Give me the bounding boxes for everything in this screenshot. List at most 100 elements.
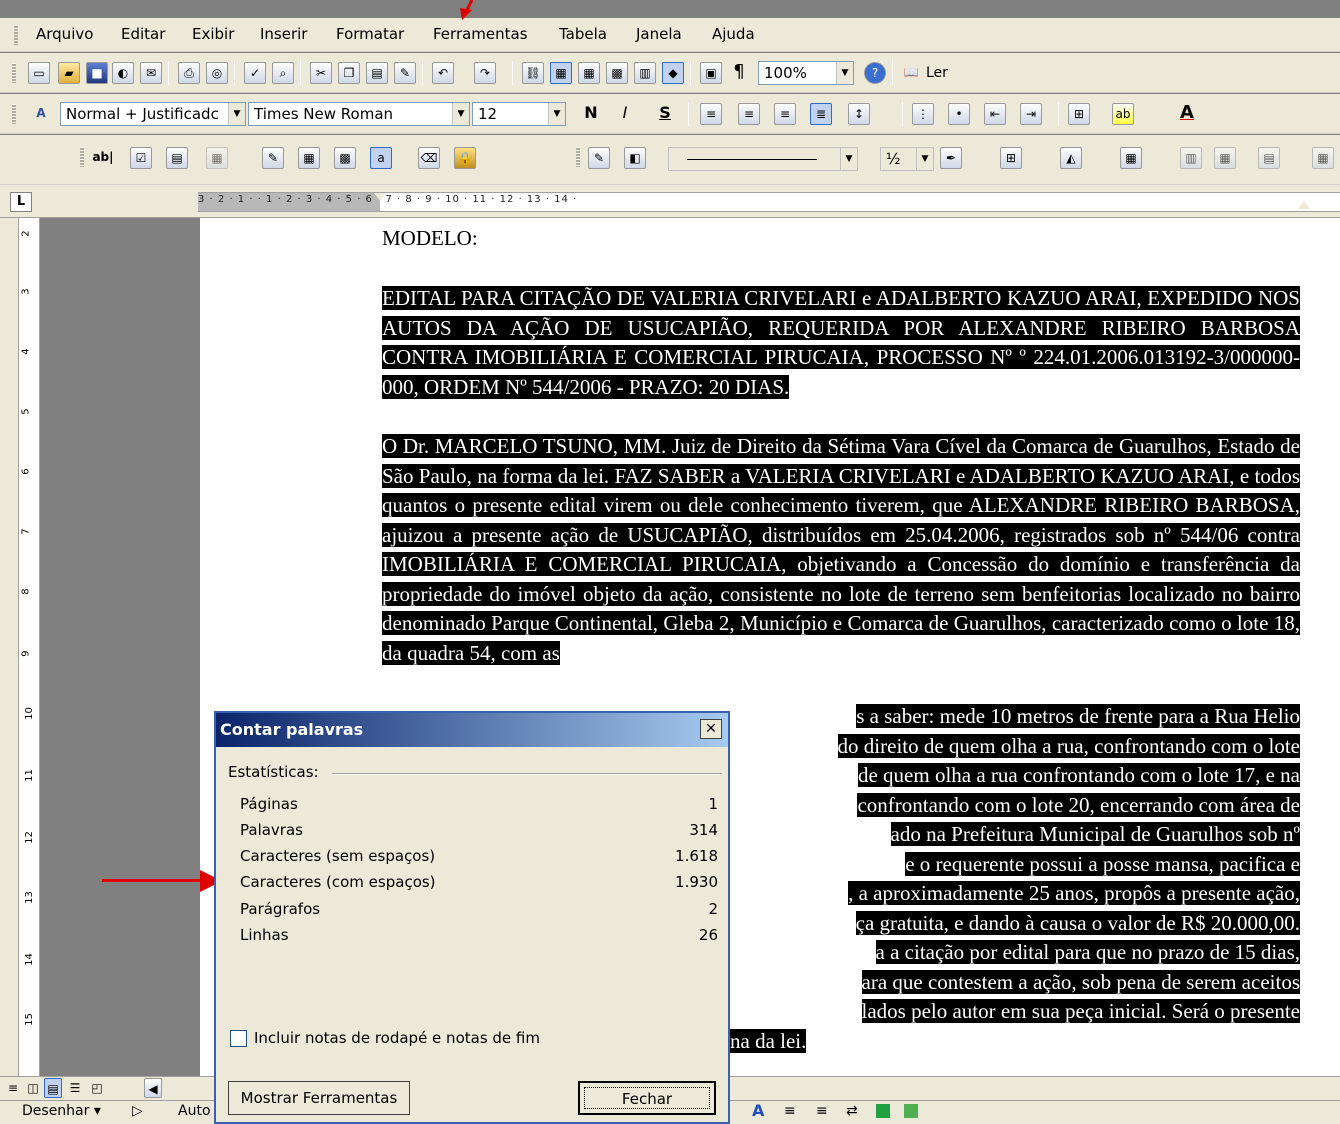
print-layout-icon[interactable]: ▤	[44, 1078, 62, 1098]
vertical-ruler[interactable]: 2 3 4 5 6 7 8 9 10 11 12 13 14 15	[18, 218, 40, 1078]
toolbar-grip[interactable]	[576, 147, 580, 167]
dropdown-form-field-icon[interactable]: ▤	[166, 147, 188, 169]
reading-view-icon[interactable]: ◰	[88, 1078, 106, 1098]
horizontal-ruler[interactable]: 3 · 2 · 1 · · 1 · 2 · 3 · 4 · 5 · 6 · 7 …	[198, 192, 1340, 212]
menu-inserir[interactable]: Inserir	[260, 25, 307, 43]
toolbar-grip[interactable]	[80, 147, 84, 167]
read-icon[interactable]: 📖	[900, 62, 922, 84]
redo-icon[interactable]: ↷	[474, 62, 496, 84]
menu-grip[interactable]	[14, 25, 18, 45]
help-icon[interactable]: ?	[864, 62, 886, 84]
eraser-icon[interactable]: ◧	[624, 147, 646, 169]
font-color-icon[interactable]: A	[752, 1101, 764, 1120]
paste-icon[interactable]: ▤	[366, 62, 388, 84]
numbering-icon[interactable]: ⋮	[912, 103, 934, 125]
checkbox-form-field-icon[interactable]: ☑	[130, 147, 152, 169]
web-view-icon[interactable]: ◫	[24, 1078, 42, 1098]
email-icon[interactable]: ✉	[140, 62, 162, 84]
permission-icon[interactable]: ◐	[112, 62, 134, 84]
select-objects-icon[interactable]: ▷	[132, 1103, 143, 1119]
font-select[interactable]: Times New Roman ▼	[248, 102, 470, 126]
menu-arquivo[interactable]: Arquivo	[36, 25, 93, 43]
document-map-icon[interactable]: ▣	[700, 62, 722, 84]
highlight-icon[interactable]: ab	[1112, 103, 1134, 125]
form-field-shading-icon[interactable]: a	[370, 147, 392, 169]
insert-table-icon[interactable]: ▦	[298, 147, 320, 169]
italic-button[interactable]: I	[614, 103, 636, 125]
justify-icon[interactable]: ≣	[810, 103, 832, 125]
new-document-icon[interactable]: ▭	[28, 62, 50, 84]
merge-cells-icon[interactable]: ▥	[1180, 147, 1202, 169]
print-icon[interactable]: ⎙	[178, 62, 200, 84]
draw-table-icon[interactable]: ✎	[262, 147, 284, 169]
distribute-rows-icon[interactable]: ▦	[1312, 147, 1334, 169]
format-painter-icon[interactable]: ✎	[394, 62, 416, 84]
align-right-icon[interactable]: ≡	[774, 103, 796, 125]
style-select[interactable]: Normal + Justificadc ▼	[60, 102, 246, 126]
show-toolbar-button[interactable]: Mostrar Ferramentas	[228, 1081, 410, 1115]
styles-pane-icon[interactable]: A	[30, 103, 52, 125]
shadow-icon[interactable]	[876, 1104, 890, 1118]
underline-button[interactable]: S	[654, 103, 676, 125]
toolbar-grip[interactable]	[12, 104, 16, 124]
hyperlink-icon[interactable]: ⛓	[522, 62, 544, 84]
doc-body[interactable]: O Dr. MARCELO TSUNO, MM. Juiz de Direito…	[382, 432, 1300, 668]
line-weight-select[interactable]: ½ ▼	[880, 147, 934, 171]
show-hide-icon[interactable]: ¶	[728, 62, 750, 84]
drawing-icon[interactable]: ◆	[662, 62, 684, 84]
font-size-select[interactable]: 12 ▼	[472, 102, 566, 126]
draw-table-pencil-icon[interactable]: ✎	[588, 147, 610, 169]
line-style-icon[interactable]: ≡	[784, 1103, 796, 1119]
outline-view-icon[interactable]: ☰	[66, 1078, 84, 1098]
increase-indent-icon[interactable]: ⇥	[1020, 103, 1042, 125]
align-center-icon[interactable]: ≡	[738, 103, 760, 125]
close-icon[interactable]: ✕	[700, 719, 722, 739]
draw-menu-button[interactable]: Desenhar ▾	[22, 1103, 101, 1119]
copy-icon[interactable]: ❐	[338, 62, 360, 84]
outside-border-icon[interactable]: ⊞	[1000, 147, 1022, 169]
undo-icon[interactable]: ↶	[432, 62, 454, 84]
menu-exibir[interactable]: Exibir	[192, 25, 234, 43]
tables-borders-icon[interactable]: ▦	[550, 62, 572, 84]
doc-body-continued[interactable]: s a saber: mede 10 metros de frente para…	[730, 702, 1300, 1056]
include-footnotes-label[interactable]: Incluir notas de rodapé e notas de fim	[254, 1029, 540, 1047]
font-color-icon[interactable]: A	[1176, 103, 1198, 125]
menu-formatar[interactable]: Formatar	[336, 25, 404, 43]
bold-button[interactable]: N	[580, 103, 602, 125]
lock-icon[interactable]: 🔒	[454, 147, 476, 169]
insert-excel-icon[interactable]: ▩	[606, 62, 628, 84]
zoom-select[interactable]: 100% ▼	[758, 61, 854, 85]
insert-table-icon[interactable]: ▦	[578, 62, 600, 84]
3d-icon[interactable]	[904, 1104, 918, 1118]
first-line-indent-icon[interactable]	[374, 193, 386, 201]
split-cells-icon[interactable]: ▦	[1214, 147, 1236, 169]
insert-frame-icon[interactable]: ▩	[334, 147, 356, 169]
toolbar-grip[interactable]	[12, 63, 16, 83]
menu-janela[interactable]: Janela	[636, 25, 682, 43]
print-preview-icon[interactable]: ◎	[206, 62, 228, 84]
bullets-icon[interactable]: •	[948, 103, 970, 125]
menu-ajuda[interactable]: Ajuda	[712, 25, 755, 43]
arrow-style-icon[interactable]: ⇄	[846, 1103, 858, 1119]
decrease-indent-icon[interactable]: ⇤	[984, 103, 1006, 125]
autoshapes-button[interactable]: Auto	[178, 1103, 211, 1119]
right-indent-icon[interactable]	[1298, 201, 1310, 209]
columns-icon[interactable]: ▥	[634, 62, 656, 84]
menu-tabela[interactable]: Tabela	[559, 25, 607, 43]
line-style-select[interactable]: ▼	[668, 147, 858, 171]
insert-table-grid-icon[interactable]: ▦	[1120, 147, 1142, 169]
save-icon[interactable]: ■	[86, 62, 108, 84]
scroll-left-icon[interactable]: ◀	[144, 1078, 162, 1098]
reset-form-icon[interactable]: ⌫	[418, 147, 440, 169]
dash-style-icon[interactable]: ≡	[816, 1103, 828, 1119]
borders-icon[interactable]: ⊞	[1068, 103, 1090, 125]
normal-view-icon[interactable]: ≡	[4, 1078, 22, 1098]
text-form-field-icon[interactable]: ab|	[92, 147, 114, 169]
cut-icon[interactable]: ✂	[310, 62, 332, 84]
doc-title[interactable]: EDITAL PARA CITAÇÃO DE VALERIA CRIVELARI…	[382, 284, 1300, 402]
read-label[interactable]: Ler	[926, 65, 948, 81]
shading-color-icon[interactable]: ◭	[1060, 147, 1082, 169]
border-color-icon[interactable]: ✒	[940, 147, 962, 169]
include-footnotes-checkbox[interactable]	[230, 1030, 247, 1047]
close-button[interactable]: Fechar	[578, 1081, 716, 1115]
